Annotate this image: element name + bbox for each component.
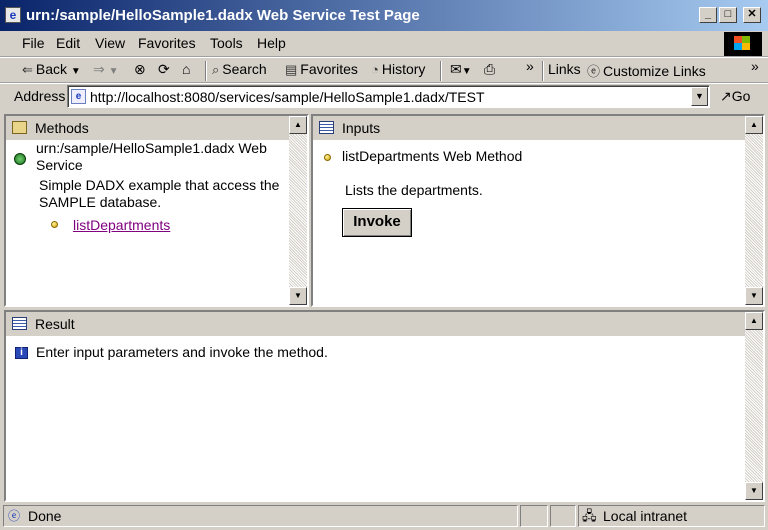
scroll-down-icon[interactable]: ▼: [745, 482, 763, 500]
inputs-scrollbar[interactable]: ▲ ▼: [745, 116, 763, 305]
forward-button[interactable]: ⇒ ▼: [93, 61, 119, 78]
ie-status-icon: ⓔ: [8, 509, 21, 523]
page-icon: e: [71, 89, 86, 104]
stop-icon[interactable]: ⊗: [134, 61, 146, 78]
bullet-icon: [324, 154, 331, 161]
maximize-button[interactable]: □: [719, 7, 737, 23]
toolbar-chevron[interactable]: »: [526, 58, 534, 74]
favorites-button[interactable]: ▤ Favorites: [285, 61, 358, 78]
bullet-icon: [51, 221, 58, 228]
scroll-down-icon[interactable]: ▼: [745, 287, 763, 305]
forward-arrow-icon: ⇒: [93, 61, 105, 77]
service-globe-icon: [14, 153, 26, 165]
methods-frame: Methods urn:/sample/HelloSample1.dadx We…: [4, 114, 309, 307]
method-description: Lists the departments.: [345, 182, 483, 198]
minimize-button[interactable]: _: [699, 7, 717, 23]
window-title: urn:/sample/HelloSample1.dadx Web Servic…: [26, 7, 420, 24]
menu-tools[interactable]: Tools: [210, 35, 243, 51]
forward-dropdown-icon: ▼: [108, 66, 119, 77]
ie-link-icon: ⓔ: [587, 64, 601, 79]
method-title: listDepartments Web Method: [342, 148, 523, 164]
result-frame: Result i Enter input parameters and invo…: [4, 310, 765, 502]
status-bar: ⓔ Done 🖧 Local intranet: [0, 503, 768, 530]
address-label: Address: [14, 88, 66, 104]
back-dropdown-icon[interactable]: ▼: [71, 66, 81, 77]
status-panel: ⓔ Done: [3, 505, 518, 527]
toolbar: ⇐ Back ▼ ⇒ ▼ ⊗ ⟳ ⌂ ⌕ Search ▤ Favorites ◔ Hi…: [0, 57, 768, 83]
menu-view[interactable]: View: [95, 35, 125, 51]
result-scrollbar[interactable]: ▲ ▼: [745, 312, 763, 500]
history-icon: ◔: [371, 62, 379, 77]
service-description: Simple DADX example that access the SAMP…: [39, 177, 280, 210]
scroll-up-icon[interactable]: ▲: [745, 312, 763, 330]
info-icon: i: [15, 347, 28, 359]
address-input[interactable]: e http://localhost:8080/services/sample/…: [67, 85, 710, 108]
address-value[interactable]: http://localhost:8080/services/sample/He…: [90, 89, 485, 105]
mail-icon: ✉: [450, 61, 462, 77]
result-message: Enter input parameters and invoke the me…: [36, 344, 328, 360]
links-label[interactable]: Links: [548, 61, 581, 77]
menu-edit[interactable]: Edit: [56, 35, 80, 51]
search-button[interactable]: ⌕ Search: [212, 61, 267, 78]
address-bar: Address e http://localhost:8080/services…: [0, 83, 768, 111]
result-header: Result: [6, 312, 745, 336]
refresh-icon[interactable]: ⟳: [158, 61, 170, 78]
menu-help[interactable]: Help: [257, 35, 286, 51]
mail-button[interactable]: ✉▼: [450, 61, 472, 78]
toolbar-separator: [542, 61, 544, 81]
table-icon: [12, 317, 27, 330]
search-icon: ⌕: [212, 62, 220, 77]
menu-bar: File Edit View Favorites Tools Help: [0, 31, 768, 57]
home-icon[interactable]: ⌂: [182, 61, 190, 77]
result-title: Result: [35, 316, 75, 332]
status-panel-empty: [550, 505, 576, 527]
zone-text: Local intranet: [603, 508, 688, 524]
menu-file[interactable]: File: [22, 35, 45, 51]
toolbar-separator: [205, 61, 207, 81]
back-button[interactable]: ⇐ Back ▼: [22, 61, 81, 78]
close-button[interactable]: ✕: [743, 7, 761, 23]
folder-icon: [12, 121, 27, 134]
invoke-button[interactable]: Invoke: [342, 208, 412, 237]
status-text: Done: [28, 508, 62, 524]
back-arrow-icon: ⇐: [22, 62, 33, 77]
address-dropdown-icon[interactable]: ▼: [691, 87, 708, 106]
go-button[interactable]: ↗Go: [720, 88, 750, 105]
method-link-listdepartments[interactable]: listDepartments: [73, 217, 170, 233]
scroll-up-icon[interactable]: ▲: [745, 116, 763, 134]
customize-links-button[interactable]: ⓔ Customize Links: [587, 61, 706, 80]
methods-title: Methods: [35, 120, 89, 136]
service-name: urn:/sample/HelloSample1.dadx Web Servic…: [36, 140, 267, 173]
print-icon[interactable]: ⎙: [484, 61, 495, 78]
links-chevron[interactable]: »: [751, 58, 759, 74]
favorites-icon: ▤: [285, 62, 298, 77]
inputs-header: Inputs: [313, 116, 745, 140]
title-bar: e urn:/sample/HelloSample1.dadx Web Serv…: [0, 0, 768, 31]
toolbar-separator: [440, 61, 442, 81]
inputs-title: Inputs: [342, 120, 381, 136]
methods-header: Methods: [6, 116, 289, 140]
intranet-icon: 🖧: [582, 508, 597, 523]
inputs-frame: Inputs listDepartments Web Method Lists …: [311, 114, 765, 307]
mail-dropdown-icon: ▼: [461, 66, 472, 77]
go-arrow-icon: ↗: [720, 88, 732, 104]
status-panel-empty: [520, 505, 548, 527]
ie-page-icon: e: [5, 7, 21, 23]
zone-panel: 🖧 Local intranet: [578, 505, 765, 527]
scroll-up-icon[interactable]: ▲: [289, 116, 307, 134]
menu-favorites[interactable]: Favorites: [138, 35, 196, 51]
history-button[interactable]: ◔ History: [371, 61, 425, 77]
windows-logo-icon: [724, 32, 762, 56]
table-icon: [319, 121, 334, 134]
scroll-down-icon[interactable]: ▼: [289, 287, 307, 305]
methods-scrollbar[interactable]: ▲ ▼: [289, 116, 307, 305]
